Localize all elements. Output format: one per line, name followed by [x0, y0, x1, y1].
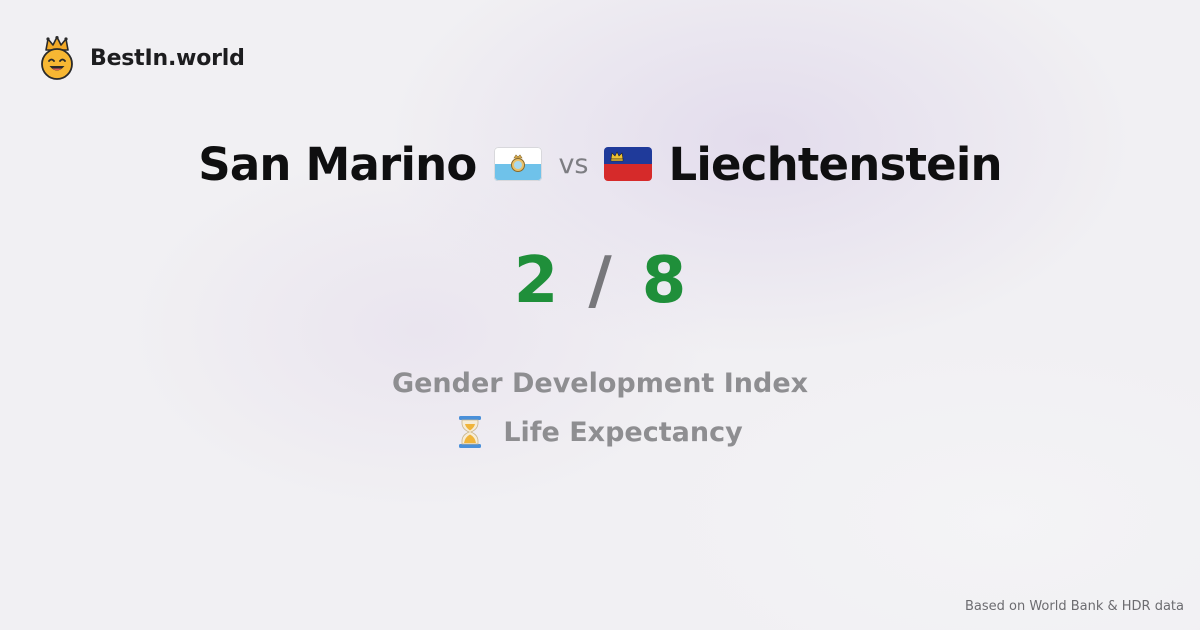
score-separator: / — [588, 244, 612, 318]
crowned-smiley-icon — [41, 36, 73, 80]
metric-primary: Gender Development Index — [0, 364, 1200, 402]
left-score: 2 — [513, 244, 559, 318]
metric-primary-label: Gender Development Index — [391, 367, 809, 399]
vs-label: vs — [558, 148, 589, 180]
san-marino-flag-icon — [494, 147, 543, 181]
brand[interactable]: BestIn.world — [38, 36, 245, 80]
brand-name: BestIn.world — [90, 45, 245, 71]
hourglass-icon — [459, 416, 482, 448]
right-country-name[interactable]: Liechtenstein — [668, 138, 1002, 191]
data-source-note: Based on World Bank & HDR data — [964, 599, 1184, 614]
right-score: 8 — [641, 244, 687, 318]
score-row: 2 / 8 — [0, 244, 1200, 318]
comparison-title: San Marino vs Liechtenstein — [0, 134, 1200, 194]
metric-secondary: Life Expectancy — [0, 412, 1200, 452]
metric-secondary-label: Life Expectancy — [503, 416, 743, 448]
left-country-name[interactable]: San Marino — [198, 138, 477, 191]
liechtenstein-flag-icon — [604, 147, 653, 181]
